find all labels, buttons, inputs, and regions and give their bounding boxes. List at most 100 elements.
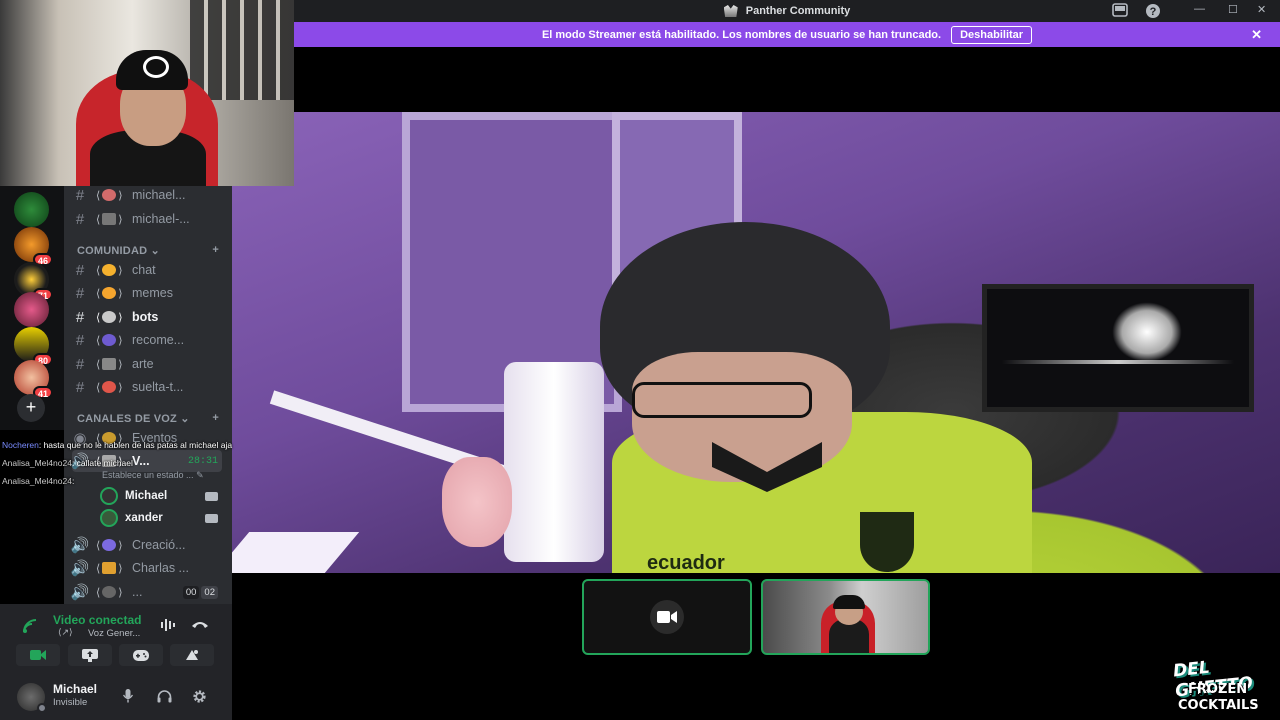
channel-item[interactable]: # ⟨ ⟩ michael-... [64,208,232,230]
svg-text:?: ? [1150,6,1157,18]
channel-item[interactable]: # ⟨ ⟩ arte [64,353,232,375]
microphone-icon[interactable] [118,686,138,706]
category-comunidad[interactable]: COMUNIDAD ⌄ + [77,244,219,257]
channel-list: # ⟨ ⟩ michael... # ⟨ ⟩ michael-... COMUNID… [64,186,232,604]
gamepad-icon [133,649,149,661]
screen-share-button[interactable] [68,644,112,666]
speaker-icon: 🔊 [70,560,90,577]
streamer-glasses [632,382,812,418]
noise-suppression-icon[interactable] [160,618,176,632]
chat-user: Nocheren [2,440,39,450]
activities-button[interactable] [119,644,163,666]
disable-streamer-mode-button[interactable]: Deshabilitar [951,25,1033,44]
channel-emoji: ⟨↗⟩ [58,627,73,637]
channel-name: ... [132,585,143,599]
voice-member[interactable]: Michael [100,486,218,506]
headphones-icon[interactable] [154,686,174,706]
settings-gear-icon[interactable] [189,686,209,706]
chat-text: : callate michael [71,458,133,468]
server-icon[interactable]: 41 [14,360,53,399]
member-name: xander [125,512,163,524]
status-indicator [37,703,47,713]
soundboard-button[interactable] [170,644,214,666]
channel-emoji: ⟨ ⟩ [96,264,123,277]
chat-overlay-line: Nocheren: hasta que no le hablen de las … [2,440,232,450]
channel-item[interactable]: # ⟨ ⟩ chat [64,259,232,281]
channel-item[interactable]: # ⟨ ⟩ suelta-t... [64,376,232,398]
inbox-icon[interactable] [1112,3,1128,17]
participant-tile-self[interactable] [761,579,930,655]
channel-item-active[interactable]: # ⟨ ⟩ bots [64,306,232,328]
channel-emoji: ⟨ ⟩ [96,311,123,324]
chat-text: : hasta que no le hablen de las patas al… [38,440,233,450]
category-voz[interactable]: CANALES DE VOZ ⌄ + [77,412,219,425]
desk-lamp [232,532,360,573]
channel-item[interactable]: # ⟨ ⟩ memes [64,282,232,304]
channel-name: bots [132,310,159,324]
camera-toggle-button[interactable] [16,644,60,666]
channel-item[interactable]: # ⟨ ⟩ recome... [64,329,232,351]
channel-emoji: ⟨ ⟩ [96,334,123,347]
maximize-button[interactable]: ☐ [1228,3,1238,16]
video-camera-icon [205,491,218,501]
streamer-mode-banner: El modo Streamer está habilitado. Los no… [294,22,1280,47]
text-channel-icon: # [75,186,85,204]
channel-emoji: ⟨ ⟩ [96,381,123,394]
channel-emoji: ⟨ ⟩ [96,586,123,599]
set-status-hint[interactable]: Establece un estado ... ✎ [102,470,204,481]
banner-close-button[interactable]: ✕ [1251,27,1262,43]
voice-channel-item[interactable]: 🔊 ⟨ ⟩ Charlas ... [64,557,232,579]
help-icon[interactable]: ? [1145,3,1161,19]
server-icon[interactable]: 80 [14,327,53,366]
chat-overlay-line: Analisa_Mel4no24: callate michael [2,458,133,468]
minimize-button[interactable]: — [1194,3,1205,15]
server-icon[interactable]: 46 [14,227,53,266]
cap-shelf [190,0,294,100]
server-rail: 46 71 80 41 + [0,186,64,430]
channel-item[interactable]: # ⟨ ⟩ michael... [64,186,232,206]
user-limit-counter: 00 02 [182,585,218,599]
keychain-charm [442,457,512,547]
voice-member[interactable]: xander [100,508,218,528]
soundboard-icon [186,650,198,660]
channel-name: michael-... [132,212,190,226]
voice-channel-item[interactable]: 🔊 ⟨ ⟩ ... 00 02 [64,581,232,603]
window-title-text: Panther Community [745,5,851,17]
voice-panel: Video conectad ⟨↗⟩ Voz Gener... Michael … [0,604,232,720]
window-title: Panther Community [723,5,851,17]
user-status: Invisible [53,697,88,708]
server-icon[interactable] [14,292,49,327]
avatar [100,509,118,527]
channel-name: arte [132,357,154,371]
signal-icon[interactable] [22,618,40,634]
text-channel-icon: # [75,355,85,373]
facecam-overlay [0,0,294,186]
text-channel-icon: # [75,261,85,279]
channel-name: memes [132,286,173,300]
voice-channel-item[interactable]: 🔊 ⟨ ⟩ Creació... [64,534,232,556]
add-server-button[interactable]: + [17,394,45,422]
microphone [504,362,604,562]
cap-logo [143,56,169,78]
channel-emoji: ⟨ ⟩ [96,358,123,371]
user-name[interactable]: Michael [53,682,97,696]
participant-tile-camera[interactable] [582,579,752,655]
add-channel-icon[interactable]: + [212,412,219,425]
connection-status[interactable]: Video conectad [53,613,141,627]
screen-share-icon [82,648,98,662]
main-video-stage[interactable]: ecuador [232,112,1280,573]
video-camera-icon [30,650,46,660]
channel-name: Charlas ... [132,561,189,575]
jersey-text: ecuador [647,552,725,573]
connected-channel[interactable]: Voz Gener... [88,628,140,639]
brand-line: FROZEN [1188,682,1248,697]
disconnect-icon[interactable] [191,619,209,629]
close-window-button[interactable]: ✕ [1257,3,1266,16]
server-icon[interactable] [14,192,49,227]
user-avatar[interactable] [17,683,47,713]
add-channel-icon[interactable]: + [212,244,219,257]
channel-emoji: ⟨ ⟩ [96,189,123,202]
category-label: COMUNIDAD ⌄ [77,245,160,257]
channel-emoji: ⟨ ⟩ [96,287,123,300]
chat-user: Analisa_Mel4no24 [2,476,72,486]
